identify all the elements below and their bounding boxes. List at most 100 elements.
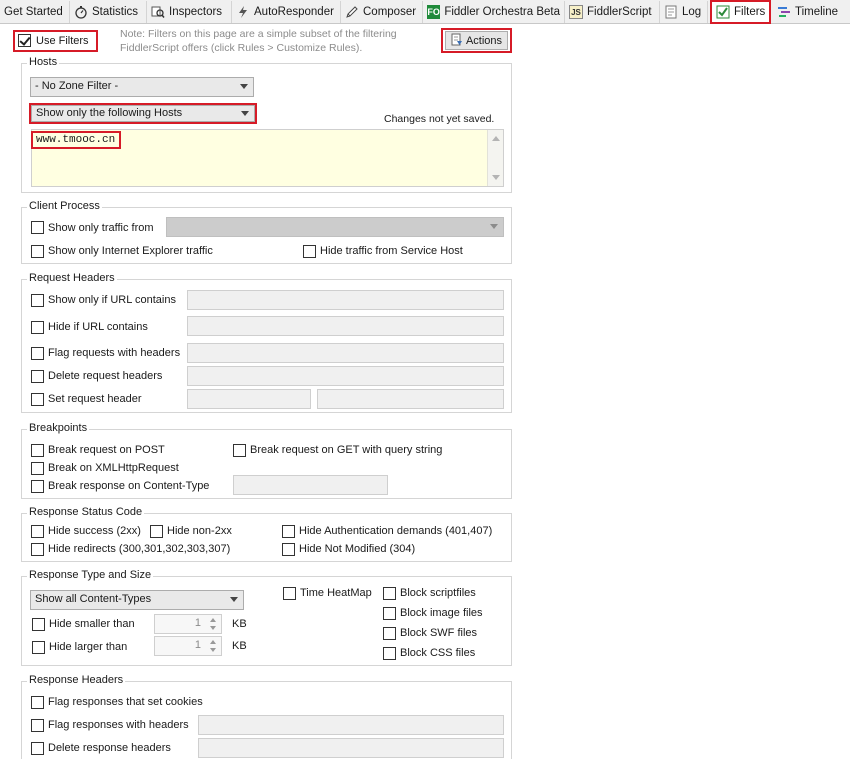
hide-if-url-checkbox[interactable] <box>31 321 44 334</box>
delete-request-headers-checkbox[interactable] <box>31 370 44 383</box>
hide-smaller-spinner[interactable]: 1 <box>154 614 222 634</box>
zone-filter-value: - No Zone Filter - <box>35 80 119 92</box>
set-request-header-label: Set request header <box>48 393 142 405</box>
show-only-ie-checkbox[interactable] <box>31 245 44 258</box>
flag-response-headers-label: Flag responses with headers <box>48 719 189 731</box>
tab-inspectors[interactable]: Inspectors <box>147 1 232 23</box>
content-types-select[interactable]: Show all Content-Types <box>30 590 244 610</box>
hide-auth-label: Hide Authentication demands (401,407) <box>299 525 493 537</box>
hosts-scrollbar[interactable] <box>487 130 503 186</box>
block-image-label: Block image files <box>400 607 483 619</box>
hide-not-modified-checkbox[interactable] <box>282 543 295 556</box>
hosts-title: Hosts <box>27 56 60 68</box>
checkbox-icon <box>716 5 730 19</box>
tab-label: Composer <box>363 6 417 18</box>
client-process-title: Client Process <box>27 200 102 212</box>
tab-statistics[interactable]: Statistics <box>70 1 147 23</box>
break-get-query-checkbox[interactable] <box>233 444 246 457</box>
block-swf-checkbox[interactable] <box>383 627 396 640</box>
hide-if-url-input[interactable] <box>187 316 504 336</box>
hide-smaller-checkbox[interactable] <box>32 618 45 631</box>
tab-fiddler-orchestra[interactable]: FO Fiddler Orchestra Beta <box>423 1 565 23</box>
show-if-url-input[interactable] <box>187 290 504 310</box>
host-filter-select[interactable]: Show only the following Hosts <box>31 105 255 122</box>
break-response-ct-checkbox[interactable] <box>31 480 44 493</box>
pencil-icon <box>345 5 359 19</box>
spin-down-icon[interactable] <box>207 646 219 654</box>
spin-up-icon[interactable] <box>207 616 219 624</box>
stopwatch-icon <box>74 5 88 19</box>
tab-log[interactable]: Log <box>660 1 708 23</box>
hide-if-url-label: Hide if URL contains <box>48 321 148 333</box>
flag-request-headers-checkbox[interactable] <box>31 347 44 360</box>
set-header-value-input[interactable] <box>317 389 504 409</box>
break-post-checkbox[interactable] <box>31 444 44 457</box>
break-xhr-checkbox[interactable] <box>31 462 44 475</box>
delete-response-headers-checkbox[interactable] <box>31 742 44 755</box>
page-icon <box>451 33 463 49</box>
delete-request-headers-input[interactable] <box>187 366 504 386</box>
process-select[interactable] <box>166 217 504 237</box>
tab-timeline[interactable]: Timeline <box>773 1 850 23</box>
hide-success-checkbox[interactable] <box>31 525 44 538</box>
chevron-down-icon <box>490 224 498 229</box>
chevron-down-icon <box>240 84 248 89</box>
timeline-icon <box>777 5 791 19</box>
time-heatmap-label: Time HeatMap <box>300 587 372 599</box>
flag-cookies-label: Flag responses that set cookies <box>48 696 203 708</box>
script-icon: JS <box>569 5 583 19</box>
hide-service-host-checkbox[interactable] <box>303 245 316 258</box>
set-header-name-input[interactable] <box>187 389 311 409</box>
zone-filter-select[interactable]: - No Zone Filter - <box>30 77 254 97</box>
tab-label: AutoResponder <box>254 6 334 18</box>
tab-label: FiddlerScript <box>587 6 652 18</box>
spin-down-icon[interactable] <box>207 624 219 632</box>
tab-label: Fiddler Orchestra Beta <box>444 6 560 18</box>
hide-service-host-label: Hide traffic from Service Host <box>320 245 463 257</box>
tab-label: Filters <box>734 6 766 18</box>
hide-larger-spinner[interactable]: 1 <box>154 636 222 656</box>
lightning-icon <box>236 5 250 19</box>
flag-response-headers-checkbox[interactable] <box>31 719 44 732</box>
request-headers-title: Request Headers <box>27 272 117 284</box>
tab-composer[interactable]: Composer <box>341 1 423 23</box>
break-response-ct-input[interactable] <box>233 475 388 495</box>
tab-get-started[interactable]: Get Started <box>0 1 70 23</box>
tab-filters[interactable]: Filters <box>710 0 771 24</box>
block-script-checkbox[interactable] <box>383 587 396 600</box>
delete-response-headers-input[interactable] <box>198 738 504 758</box>
content-types-value: Show all Content-Types <box>35 593 152 605</box>
hide-non2xx-checkbox[interactable] <box>150 525 163 538</box>
show-only-traffic-checkbox[interactable] <box>31 221 44 234</box>
flag-cookies-checkbox[interactable] <box>31 696 44 709</box>
inspect-icon <box>151 5 165 19</box>
set-request-header-checkbox[interactable] <box>31 393 44 406</box>
response-headers-title: Response Headers <box>27 674 126 686</box>
actions-button[interactable]: Actions <box>445 31 508 50</box>
type-size-title: Response Type and Size <box>27 569 154 581</box>
block-css-label: Block CSS files <box>400 647 476 659</box>
tab-autoresponder[interactable]: AutoResponder <box>232 1 341 23</box>
chevron-down-icon <box>241 111 249 116</box>
kb-unit-label: KB <box>232 618 247 630</box>
flag-request-headers-input[interactable] <box>187 343 504 363</box>
break-response-ct-label: Break response on Content-Type <box>48 480 210 492</box>
hide-smaller-label: Hide smaller than <box>49 618 135 630</box>
show-if-url-checkbox[interactable] <box>31 294 44 307</box>
chevron-down-icon <box>230 597 238 602</box>
show-only-ie-label: Show only Internet Explorer traffic <box>48 245 213 257</box>
spin-up-icon[interactable] <box>207 638 219 646</box>
hide-larger-checkbox[interactable] <box>32 641 45 654</box>
time-heatmap-checkbox[interactable] <box>283 587 296 600</box>
log-icon <box>664 5 678 19</box>
tab-label: Statistics <box>92 6 139 18</box>
hide-redirects-checkbox[interactable] <box>31 543 44 556</box>
block-css-checkbox[interactable] <box>383 647 396 660</box>
tab-fiddlerscript[interactable]: JS FiddlerScript <box>565 1 660 23</box>
use-filters-checkbox[interactable] <box>18 34 31 47</box>
hosts-text: www.tmooc.cn <box>36 134 116 146</box>
flag-response-headers-input[interactable] <box>198 715 504 735</box>
block-image-checkbox[interactable] <box>383 607 396 620</box>
hide-auth-checkbox[interactable] <box>282 525 295 538</box>
hide-success-label: Hide success (2xx) <box>48 525 141 537</box>
